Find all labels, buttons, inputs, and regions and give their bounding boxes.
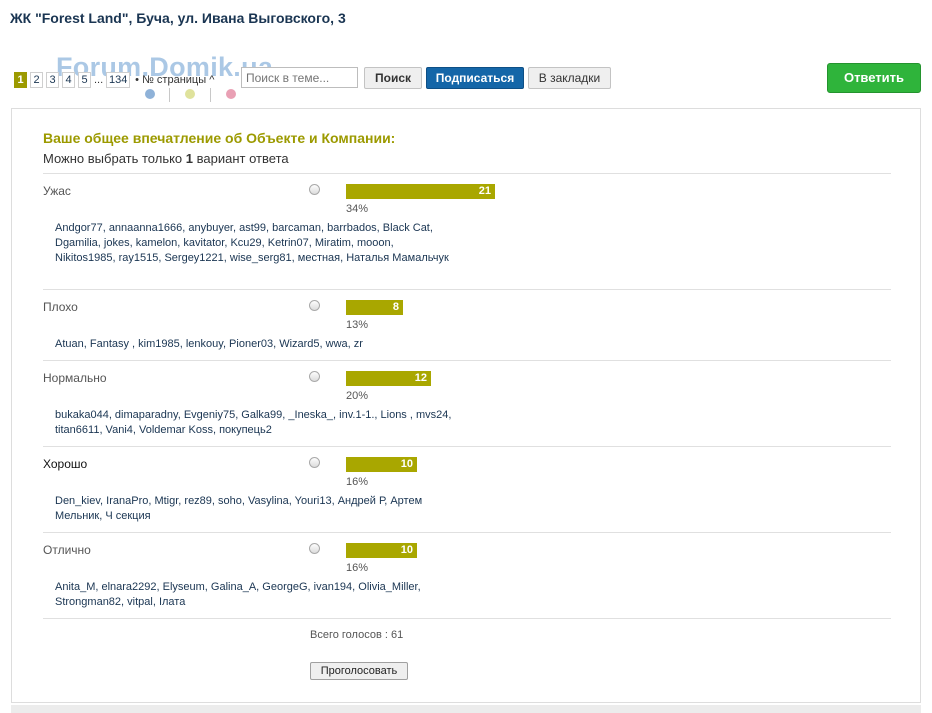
divider bbox=[43, 289, 891, 290]
poll-option-label: Отлично bbox=[43, 543, 91, 557]
topic-title: ЖК "Forest Land", Буча, ул. Ивана Выговс… bbox=[10, 10, 346, 26]
poll-result-bar: 8 bbox=[346, 300, 403, 315]
divider bbox=[43, 618, 891, 619]
poll-option-label: Нормально bbox=[43, 371, 107, 385]
poll-result-bar: 10 bbox=[346, 543, 417, 558]
page-link[interactable]: 5 bbox=[78, 72, 91, 88]
poll-voters-list: Atuan, Fantasy , kim1985, lenkouy, Pione… bbox=[55, 338, 363, 350]
blue-dot-icon bbox=[145, 89, 155, 99]
poll-hint-count: 1 bbox=[185, 151, 194, 166]
poll-option-radio[interactable] bbox=[309, 543, 320, 554]
search-button[interactable]: Поиск bbox=[364, 67, 422, 89]
page-link[interactable]: 4 bbox=[62, 72, 75, 88]
poll-option-radio[interactable] bbox=[309, 457, 320, 468]
poll-hint: Можно выбрать только 1 вариант ответа bbox=[43, 151, 289, 166]
page-link[interactable]: 3 bbox=[46, 72, 59, 88]
panel-bottom-strip bbox=[11, 705, 921, 713]
poll-result-percent: 34% bbox=[346, 203, 369, 215]
poll-voters-list: Anita_M, elnara2292, Elyseum, Galina_A, … bbox=[55, 581, 421, 608]
poll-voters-list: Andgor77, annaanna1666, anybuyer, ast99,… bbox=[55, 222, 449, 264]
reply-button[interactable]: Ответить bbox=[827, 63, 921, 93]
subscribe-button[interactable]: Подписаться bbox=[426, 67, 524, 89]
divider bbox=[210, 88, 211, 102]
pink-dot-icon bbox=[226, 89, 236, 99]
poll-result-percent: 13% bbox=[346, 319, 369, 331]
poll-voters-list: Den_kiev, IranaPro, Mtigr, rez89, soho, … bbox=[55, 495, 423, 522]
vote-button[interactable]: Проголосовать bbox=[310, 662, 408, 680]
pagination: 1 2 3 4 5 ... 134 • № страницы ^ bbox=[14, 72, 214, 88]
poll-panel: Ваше общее впечатление об Объекте и Комп… bbox=[11, 108, 921, 703]
poll-result-bar: 10 bbox=[346, 457, 417, 472]
pagination-ellipsis: ... bbox=[94, 74, 104, 86]
poll-result-bar: 21 bbox=[346, 184, 495, 199]
page-link[interactable]: 2 bbox=[30, 72, 43, 88]
divider bbox=[43, 446, 891, 447]
poll-voters-list: bukaka044, dimaparadny, Evgeniy75, Galka… bbox=[55, 409, 452, 436]
poll-result-percent: 16% bbox=[346, 562, 369, 574]
poll-question: Ваше общее впечатление об Объекте и Комп… bbox=[43, 130, 396, 146]
divider bbox=[43, 173, 891, 174]
page-number-jump[interactable]: • № страницы ^ bbox=[135, 74, 214, 86]
poll-option-label: Плохо bbox=[43, 300, 78, 314]
poll-result-percent: 16% bbox=[346, 476, 369, 488]
poll-option-label: Ужас bbox=[43, 184, 71, 198]
poll-result-bar: 12 bbox=[346, 371, 431, 386]
poll-option-radio[interactable] bbox=[309, 184, 320, 195]
yellow-dot-icon bbox=[185, 89, 195, 99]
poll-option-radio[interactable] bbox=[309, 300, 320, 311]
poll-option-radio[interactable] bbox=[309, 371, 320, 382]
divider bbox=[169, 88, 170, 102]
page-link-last[interactable]: 134 bbox=[106, 72, 131, 88]
poll-total-votes: Всего голосов : 61 bbox=[310, 629, 404, 641]
divider bbox=[43, 360, 891, 361]
poll-option-label: Хорошо bbox=[43, 457, 88, 471]
topic-search-input[interactable] bbox=[241, 67, 358, 88]
poll-result-percent: 20% bbox=[346, 390, 369, 402]
divider bbox=[43, 532, 891, 533]
poll-hint-suffix: вариант ответа bbox=[196, 151, 289, 166]
poll-hint-prefix: Можно выбрать только bbox=[43, 151, 183, 166]
page-link-current[interactable]: 1 bbox=[14, 72, 27, 88]
bookmark-button[interactable]: В закладки bbox=[528, 67, 611, 89]
